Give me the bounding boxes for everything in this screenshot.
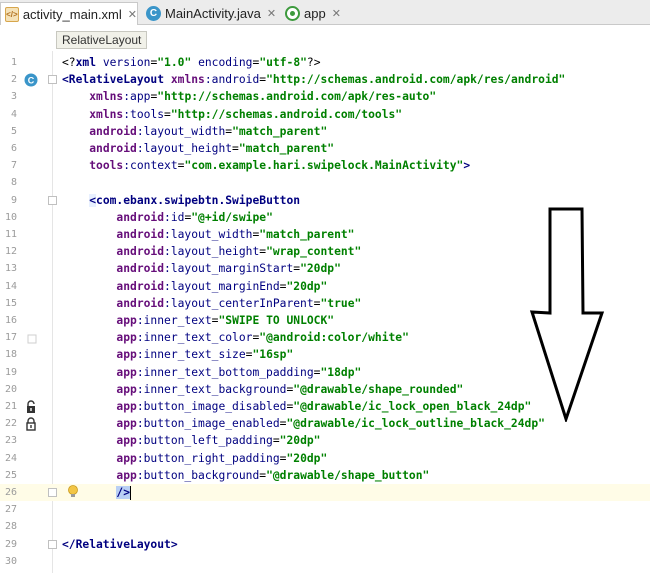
line-number: 15	[4, 297, 17, 309]
line-number: 14	[4, 280, 17, 292]
line-number: 20	[4, 383, 17, 395]
code-text: app:inner_text_size="16sp"	[116, 348, 294, 362]
fold-marker-icon[interactable]	[48, 75, 57, 85]
code-text: app:button_image_enabled="@drawable/ic_l…	[116, 417, 545, 431]
line-number: 9	[10, 194, 17, 206]
code-text: android:layout_height="wrap_content"	[116, 245, 362, 259]
tab-label: MainActivity.java	[165, 5, 261, 21]
tab-app[interactable]: app ✕	[281, 2, 349, 24]
lightbulb-icon[interactable]	[66, 484, 80, 499]
code-line[interactable]: 5 android:layout_width="match_parent"	[0, 123, 650, 140]
line-number: 30	[4, 555, 17, 567]
fold-marker-icon[interactable]	[48, 488, 57, 497]
code-text: android:layout_width="match_parent"	[116, 228, 355, 241]
code-line[interactable]: 26 />	[0, 484, 650, 501]
code-line[interactable]: 6 android:layout_height="match_parent"	[0, 140, 650, 157]
editor-tab-bar: </> activity_main.xml ✕ C MainActivity.j…	[0, 0, 650, 25]
code-text: app:button_background="@drawable/shape_b…	[116, 468, 430, 482]
line-number: 10	[4, 211, 17, 223]
lock-open-icon[interactable]	[24, 399, 38, 413]
breadcrumb[interactable]: RelativeLayout	[56, 31, 148, 49]
line-number: 8	[10, 177, 17, 189]
line-number: 7	[10, 160, 17, 172]
code-line[interactable]: 3 xmlns:app="http://schemas.android.com/…	[0, 88, 650, 105]
code-text: app:button_right_padding="20dp"	[116, 451, 328, 465]
tab-label: app	[304, 5, 326, 21]
line-number: 24	[4, 452, 17, 464]
code-text: <com.ebanx.swipebtn.SwipeButton	[89, 193, 301, 207]
close-icon[interactable]: ✕	[267, 7, 276, 20]
class-c-icon[interactable]: C	[24, 72, 38, 87]
code-line[interactable]: 25 app:button_background="@drawable/shap…	[0, 467, 650, 484]
code-text: app:button_left_padding="20dp"	[116, 434, 321, 448]
line-number: 19	[4, 366, 17, 378]
code-text: android:layout_marginStart="20dp"	[116, 262, 341, 276]
code-text: app:inner_text_bottom_padding="18dp"	[116, 365, 362, 379]
tab-activity-main-xml[interactable]: </> activity_main.xml ✕	[0, 2, 138, 25]
code-line[interactable]: 4 xmlns:tools="http://schemas.android.co…	[0, 106, 650, 123]
text-caret	[130, 486, 132, 500]
line-number: 4	[10, 108, 17, 120]
down-arrow-annotation	[529, 207, 605, 422]
code-text: android:layout_centerInParent="true"	[116, 296, 362, 310]
tab-main-activity-java[interactable]: C MainActivity.java ✕	[142, 2, 278, 24]
svg-text:C: C	[28, 76, 35, 86]
line-number: 13	[4, 263, 17, 275]
line-number: 1	[10, 57, 17, 68]
lock-closed-icon[interactable]	[24, 416, 38, 431]
tab-label: activity_main.xml	[22, 6, 122, 22]
close-icon[interactable]: ✕	[332, 7, 341, 20]
code-line[interactable]: 28	[0, 518, 650, 535]
code-line[interactable]: 2 <RelativeLayout xmlns:android="http://s…	[0, 71, 650, 88]
code-line[interactable]: 29 </RelativeLayout>	[0, 536, 650, 553]
line-number: 23	[4, 435, 17, 447]
line-number: 26	[4, 487, 17, 498]
line-number: 25	[4, 469, 17, 481]
code-text: android:id="@+id/swipe"	[116, 210, 273, 224]
code-text: app:inner_text_background="@drawable/sha…	[116, 382, 464, 396]
code-line[interactable]: 27	[0, 501, 650, 518]
line-number: 12	[4, 246, 17, 258]
code-text: app:inner_text="SWIPE TO UNLOCK"	[116, 314, 335, 327]
code-line[interactable]: 8	[0, 174, 650, 191]
android-app-icon	[285, 5, 300, 21]
code-text: android:layout_width="match_parent"	[89, 124, 328, 138]
code-text: </RelativeLayout>	[62, 537, 178, 551]
code-line[interactable]: 1 <?xml version="1.0" encoding="utf-8"?>	[0, 54, 650, 71]
code-text: android:layout_marginEnd="20dp"	[116, 279, 328, 293]
white-color-swatch-icon[interactable]	[24, 330, 38, 344]
code-text: app:inner_text_color="@android:color/whi…	[116, 331, 409, 345]
fold-marker-icon[interactable]	[48, 539, 57, 549]
line-number: 6	[10, 143, 17, 154]
code-text: xmlns:app="http://schemas.android.com/ap…	[89, 90, 437, 104]
fold-marker-icon[interactable]	[48, 195, 57, 205]
line-number: 16	[4, 315, 17, 326]
line-number: 29	[4, 538, 17, 550]
line-number: 21	[4, 401, 17, 412]
close-icon[interactable]: ✕	[128, 8, 137, 21]
line-number: 2	[10, 74, 17, 86]
xml-file-icon: </>	[5, 6, 19, 22]
code-line[interactable]: 7 tools:context="com.example.hari.swipel…	[0, 157, 650, 174]
code-line[interactable]: 24 app:button_right_padding="20dp"	[0, 450, 650, 467]
line-number: 5	[10, 125, 17, 137]
line-number: 11	[4, 229, 17, 240]
line-number: 3	[10, 91, 17, 103]
code-text: xmlns:tools="http://schemas.android.com/…	[89, 107, 403, 121]
breadcrumb-label: RelativeLayout	[62, 33, 142, 47]
code-text: app:button_image_disabled="@drawable/ic_…	[116, 400, 532, 413]
line-number: 28	[4, 521, 17, 533]
code-text: android:layout_height="match_parent"	[89, 142, 335, 155]
line-number: 17	[4, 332, 17, 344]
line-number: 27	[4, 504, 17, 516]
code-text: <RelativeLayout xmlns:android="http://sc…	[62, 73, 566, 87]
code-text: tools:context="com.example.hari.swipeloc…	[89, 159, 471, 173]
line-number: 22	[4, 418, 17, 430]
code-text: <?xml version="1.0" encoding="utf-8"?>	[62, 56, 321, 69]
code-line[interactable]: 23 app:button_left_padding="20dp"	[0, 432, 650, 449]
code-line[interactable]: 30	[0, 553, 650, 570]
java-class-icon: C	[146, 5, 161, 21]
line-number: 18	[4, 349, 17, 361]
